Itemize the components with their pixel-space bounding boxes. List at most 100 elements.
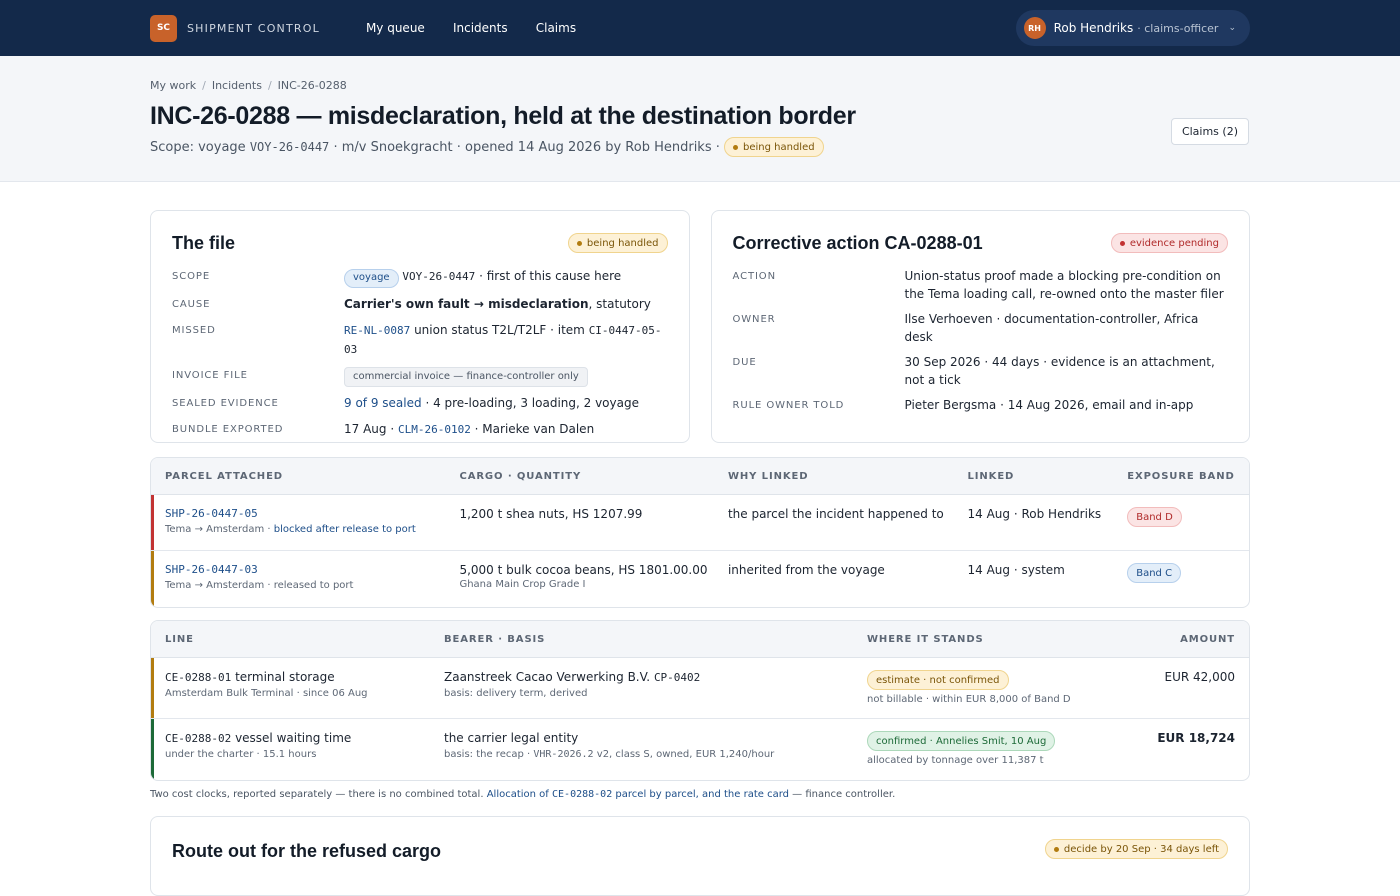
allocation-link-b: parcel by parcel, and the rate card	[615, 789, 789, 800]
bearer-code: CP-0402	[653, 671, 701, 684]
incident-header: My work / Incidents / INC-26-0288 INC-26-028…	[0, 56, 1400, 182]
avatar: RH	[1023, 17, 1046, 39]
why-cell: inherited from the voyage	[727, 563, 885, 577]
row-accent	[151, 551, 154, 607]
invoice-restricted-badge: commercial invoice — finance-controller …	[344, 366, 588, 387]
bundle-label: BUNDLE EXPORTED	[172, 423, 284, 435]
rule-owner-value: Pieter Bergsma · 14 Aug 2026, email and …	[904, 398, 1194, 412]
cargo-cell: 1,200 t shea nuts, HS 1207.99	[445, 507, 714, 550]
linked-cell: 14 Aug · system	[967, 563, 1065, 577]
owner-label: OWNER	[732, 314, 776, 325]
user-menu[interactable]: RH Rob Hendriks · claims-officer ⌄	[1015, 10, 1250, 46]
parcel-route: Tema → Amsterdam · blocked after release…	[165, 524, 445, 535]
cargo-text: 5,000 t bulk cocoa beans, HS 1801.00.00	[459, 563, 708, 577]
page-subtitle: Scope: voyage VOY-26-0447 · m/v Snoekgra…	[150, 137, 1250, 157]
bundle-claim-link[interactable]: CLM-26-0102	[398, 423, 471, 436]
breadcrumb-separator: /	[202, 79, 206, 92]
chevron-down-icon: ⌄	[1228, 23, 1236, 33]
scope-code: VOY-26-0447	[402, 270, 476, 283]
stand-sub: allocated by tonnage over 11,387 t	[867, 755, 1044, 766]
missed-rule-link[interactable]: RE-NL-0087	[344, 324, 410, 337]
invoice-value: commercial invoice — finance-controller …	[344, 366, 668, 387]
cost-lines-table: LINE BEARER · BASIS WHERE IT STANDS AMOU…	[150, 620, 1250, 781]
top-bar: SC SHIPMENT CONTROL My queue Incidents C…	[0, 0, 1400, 56]
corrective-action-card: Corrective action CA-0288-01 evidence pe…	[710, 210, 1250, 443]
allocation-link[interactable]: Allocation of CE-0288-02 parcel by parce…	[487, 789, 789, 800]
cause-rest: , statutory	[588, 296, 651, 311]
action-value: Union-status proof made a blocking pre-c…	[904, 269, 1224, 301]
app-logo[interactable]: SC	[150, 14, 177, 42]
action-status-label: evidence pending	[1129, 237, 1219, 249]
linked-cell: 14 Aug · Rob Hendriks	[967, 507, 1102, 521]
nav-incidents[interactable]: Incidents	[453, 21, 508, 35]
table-row[interactable]: SHP-26-0447-05 Tema → Amsterdam · blocke…	[151, 495, 1249, 551]
col-stands: WHERE IT STANDS	[867, 633, 984, 645]
user-name: Rob Hendriks	[1053, 21, 1134, 35]
status-dot-icon	[1119, 240, 1125, 246]
col-parcel: PARCEL ATTACHED	[165, 470, 284, 482]
cost-table-header: LINE BEARER · BASIS WHERE IT STANDS AMOU…	[151, 621, 1249, 658]
bearer-name: Zaanstreek Cacao Verwerking B.V. CP-0402	[444, 670, 853, 684]
page-title: INC-26-0288 — misdeclaration, held at th…	[150, 102, 856, 130]
stand-badge: estimate · not confirmed	[867, 670, 1009, 690]
scope-label: SCOPE	[172, 271, 211, 282]
cause-label: CAUSE	[172, 298, 211, 310]
line-title: CE-0288-01 terminal storage	[165, 670, 430, 684]
scope-rest: · m/v Snoekgracht · opened 14 Aug 2026 b…	[333, 139, 720, 155]
table-row[interactable]: SHP-26-0447-03 Tema → Amsterdam · releas…	[151, 551, 1249, 607]
parcel-code-link[interactable]: SHP-26-0447-05	[165, 507, 445, 520]
row-accent	[151, 658, 154, 718]
scope-note: · first of this cause here	[479, 269, 622, 283]
breadcrumb-incidents[interactable]: Incidents	[212, 79, 262, 92]
bearer-basis: basis: the recap · VHR-2026.2 v2, class …	[444, 749, 853, 760]
bearer-basis: basis: delivery term, derived	[444, 688, 588, 699]
footnote-text: Two cost clocks, reported separately — t…	[150, 789, 484, 800]
file-card: The file being handled SCOPE voyage VOY-…	[150, 210, 690, 443]
col-band: EXPOSURE BAND	[1127, 470, 1235, 482]
evidence-value: 9 of 9 sealed · 4 pre-loading, 3 loading…	[344, 394, 668, 413]
scope-code: VOY-26-0447	[249, 140, 330, 154]
table-row[interactable]: CE-0288-01 terminal storage Amsterdam Bu…	[151, 658, 1249, 719]
bearer-name: the carrier legal entity	[444, 731, 579, 745]
cost-footnote: Two cost clocks, reported separately — t…	[150, 789, 895, 800]
cargo-cell: 5,000 t bulk cocoa beans, HS 1801.00.00 …	[445, 563, 714, 607]
sealed-evidence-link[interactable]: 9 of 9 sealed	[344, 396, 422, 410]
bearer-cell: Zaanstreek Cacao Verwerking B.V. CP-0402…	[430, 670, 853, 718]
basis-prefix: basis: the recap ·	[444, 749, 531, 760]
deadline-badge: decide by 20 Sep · 34 days left	[1044, 839, 1228, 859]
claims-button[interactable]: Claims (2)	[1170, 118, 1249, 145]
col-why: WHY LINKED	[727, 470, 809, 482]
table-row[interactable]: CE-0288-02 vessel waiting time under the…	[151, 719, 1249, 780]
parcel-code-link[interactable]: SHP-26-0447-03	[165, 563, 445, 576]
basis-code: VHR-2026.2	[533, 749, 594, 760]
parcels-table: PARCEL ATTACHED CARGO · QUANTITY WHY LIN…	[150, 457, 1250, 608]
cargo-text: 1,200 t shea nuts, HS 1207.99	[459, 507, 643, 521]
user-role: · claims-officer	[1137, 21, 1219, 35]
line-code: CE-0288-01	[165, 671, 232, 684]
route-card: Route out for the refused cargo decide b…	[150, 816, 1250, 896]
nav-claims[interactable]: Claims	[536, 21, 576, 35]
status-badge: being handled	[724, 137, 824, 157]
scope-value: voyage VOY-26-0447 · first of this cause…	[344, 267, 668, 288]
evidence-label: SEALED EVIDENCE	[172, 397, 279, 409]
route-text: Tema → Amsterdam ·	[165, 524, 271, 535]
breadcrumb: My work / Incidents / INC-26-0288	[150, 79, 1250, 92]
scope-prefix: Scope: voyage	[150, 139, 246, 155]
band-cell: Band C	[1113, 563, 1249, 607]
parcel-status: released to port	[273, 580, 354, 591]
file-status-badge: being handled	[567, 233, 668, 253]
col-line: LINE	[165, 633, 194, 645]
breadcrumb-my-work[interactable]: My work	[150, 79, 196, 92]
status-dot-icon	[1053, 846, 1059, 852]
band-cell: Band D	[1113, 507, 1249, 550]
rule-owner-label: RULE OWNER TOLD	[732, 400, 845, 411]
invoice-label: INVOICE FILE	[172, 369, 248, 381]
parcel-cell: SHP-26-0447-03 Tema → Amsterdam · releas…	[151, 563, 445, 607]
col-bearer: BEARER · BASIS	[444, 633, 546, 645]
bundle-date: 17 Aug ·	[344, 421, 395, 436]
owner-value: Ilse Verhoeven · documentation-controlle…	[904, 312, 1199, 344]
line-cell: CE-0288-01 terminal storage Amsterdam Bu…	[151, 670, 430, 718]
bundle-person: · Marieke van Dalen	[474, 421, 595, 436]
why-cell: the parcel the incident happened to	[727, 507, 944, 521]
nav-my-queue[interactable]: My queue	[366, 21, 425, 35]
